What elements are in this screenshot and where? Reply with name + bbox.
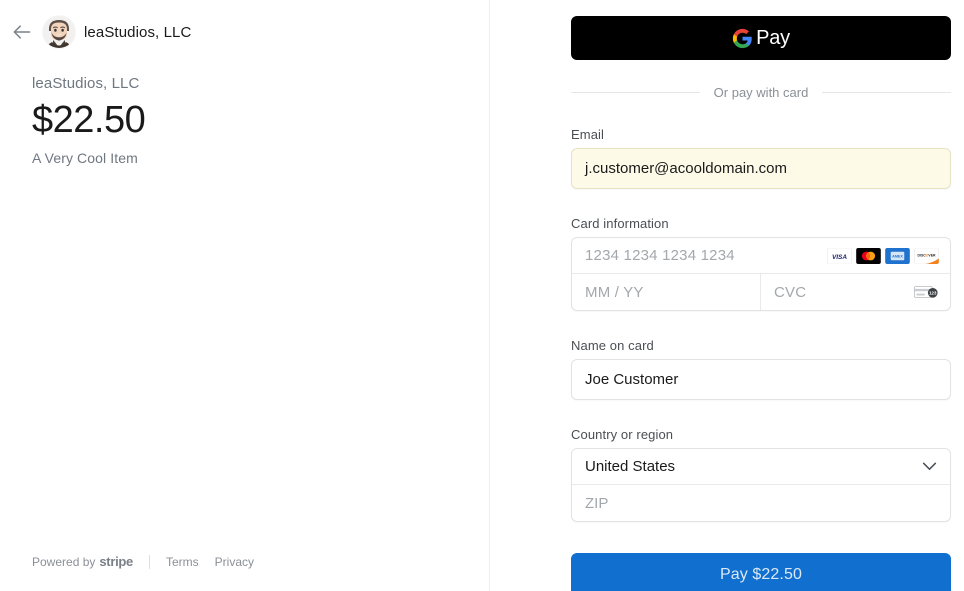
svg-text:123: 123 — [929, 291, 937, 296]
zip-input[interactable]: ZIP — [572, 485, 950, 521]
visa-icon: VISA — [827, 248, 852, 264]
google-g-icon — [732, 28, 753, 49]
country-region-label: Country or region — [571, 427, 951, 442]
terms-link[interactable]: Terms — [166, 555, 199, 569]
merchant-header: leaStudios, LLC — [10, 16, 191, 48]
divider-line-right — [822, 92, 951, 93]
card-expiry-placeholder: MM / YY — [585, 284, 644, 301]
svg-text:VISA: VISA — [832, 253, 847, 260]
country-select[interactable]: United States — [572, 449, 950, 485]
zip-placeholder: ZIP — [585, 495, 608, 512]
payment-form-panel: Pay Or pay with card Email j.customer@ac… — [490, 0, 964, 591]
card-expiry-cvc-row: MM / YY CVC 123 — [572, 274, 950, 310]
card-input-group: 1234 1234 1234 1234 VISA — [571, 237, 951, 311]
divider-label: Or pay with card — [714, 85, 809, 100]
discover-icon: DISCOVER — [914, 248, 939, 264]
card-number-placeholder: 1234 1234 1234 1234 — [585, 247, 735, 264]
merchant-name-header: leaStudios, LLC — [84, 24, 191, 41]
chevron-down-icon — [922, 462, 937, 471]
email-label: Email — [571, 127, 951, 142]
svg-text:AMEX: AMEX — [892, 254, 903, 258]
footer: Powered by stripe Terms Privacy — [32, 554, 254, 569]
svg-text:DISCOVER: DISCOVER — [918, 253, 936, 257]
or-pay-with-card-divider: Or pay with card — [571, 85, 951, 100]
card-expiry-input[interactable]: MM / YY — [572, 274, 761, 310]
stripe-checkout-page: leaStudios, LLC leaStudios, LLC $22.50 A… — [0, 0, 964, 591]
country-zip-group: United States ZIP — [571, 448, 951, 522]
country-region-group: Country or region United States ZIP — [571, 427, 951, 522]
card-information-group: Card information 1234 1234 1234 1234 VIS… — [571, 216, 951, 311]
summary-merchant-name: leaStudios, LLC — [32, 75, 145, 92]
order-summary: leaStudios, LLC $22.50 A Very Cool Item — [32, 75, 145, 166]
email-field-group: Email j.customer@acooldomain.com — [571, 127, 951, 189]
summary-item-description: A Very Cool Item — [32, 150, 145, 166]
amex-icon: AMEX — [885, 248, 910, 264]
name-on-card-label: Name on card — [571, 338, 951, 353]
name-on-card-input[interactable]: Joe Customer — [571, 359, 951, 400]
google-pay-button[interactable]: Pay — [571, 16, 951, 60]
merchant-avatar — [43, 16, 75, 48]
back-arrow-icon[interactable] — [10, 20, 34, 44]
email-value: j.customer@acooldomain.com — [585, 160, 787, 177]
divider-line-left — [571, 92, 700, 93]
email-input[interactable]: j.customer@acooldomain.com — [571, 148, 951, 189]
mastercard-icon — [856, 248, 881, 264]
name-on-card-group: Name on card Joe Customer — [571, 338, 951, 400]
card-number-input[interactable]: 1234 1234 1234 1234 VISA — [572, 238, 950, 273]
powered-by-label: Powered by — [32, 555, 95, 569]
card-information-label: Card information — [571, 216, 951, 231]
privacy-link[interactable]: Privacy — [215, 555, 254, 569]
payment-form: Pay Or pay with card Email j.customer@ac… — [571, 16, 951, 591]
card-cvc-placeholder: CVC — [774, 284, 806, 301]
card-cvc-input[interactable]: CVC 123 — [761, 274, 950, 310]
order-summary-panel: leaStudios, LLC leaStudios, LLC $22.50 A… — [0, 0, 490, 591]
stripe-wordmark: stripe — [99, 554, 133, 569]
cvc-card-icon: 123 — [914, 284, 939, 300]
card-number-row: 1234 1234 1234 1234 VISA — [572, 238, 950, 274]
google-pay-label: Pay — [756, 27, 790, 50]
country-value: United States — [585, 458, 675, 475]
summary-amount: $22.50 — [32, 99, 145, 142]
card-brand-icons: VISA — [827, 248, 939, 264]
powered-by-stripe[interactable]: Powered by stripe — [32, 554, 133, 569]
name-on-card-value: Joe Customer — [585, 371, 678, 388]
pay-button[interactable]: Pay $22.50 — [571, 553, 951, 591]
footer-divider — [149, 555, 150, 569]
